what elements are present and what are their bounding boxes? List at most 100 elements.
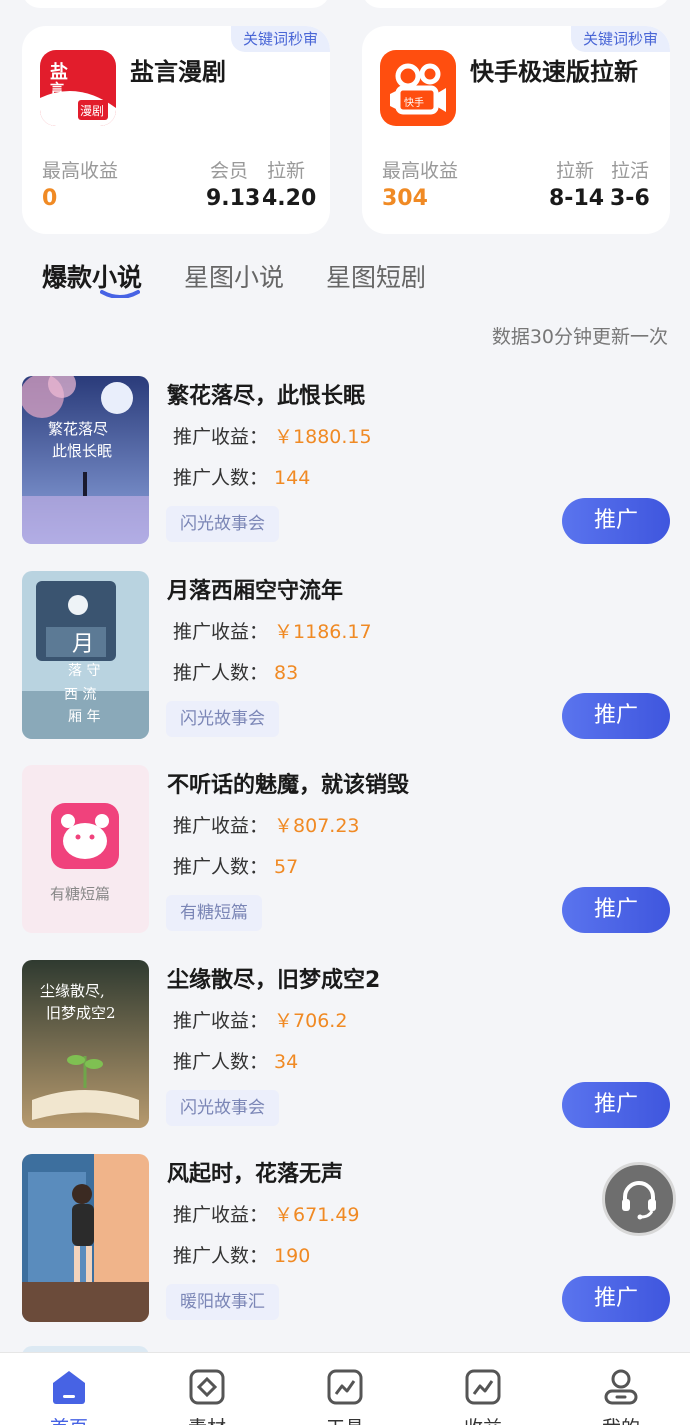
- book-item[interactable]: 有糖短篇 不听话的魅魔，就该销毁 推广收益： ￥807.23 推广人数： 57 有糖…: [22, 765, 670, 935]
- svg-text:旧梦成空2: 旧梦成空2: [46, 1004, 116, 1022]
- tab-earnings[interactable]: 收益: [414, 1353, 552, 1425]
- people-label: 推广人数：: [173, 1245, 269, 1267]
- tab-label: 我的: [552, 1413, 690, 1425]
- people-row: 推广人数： 34: [173, 1047, 298, 1074]
- tab-profile[interactable]: 我的: [552, 1353, 690, 1425]
- svg-text:有糖短篇: 有糖短篇: [50, 885, 110, 903]
- stat-value: 8-14: [549, 186, 605, 211]
- income-row: 推广收益： ￥706.2: [173, 1006, 347, 1033]
- income-value: ￥706.2: [274, 1009, 348, 1032]
- tab-home[interactable]: 首页: [0, 1353, 138, 1425]
- people-row: 推广人数： 144: [173, 463, 310, 490]
- svg-text:此恨长眠: 此恨长眠: [52, 442, 112, 460]
- yanyan-manju-app-icon: 盐 言 漫剧: [40, 50, 116, 126]
- svg-text:月: 月: [72, 632, 94, 657]
- people-label: 推广人数：: [173, 856, 269, 878]
- svg-text:落 守: 落 守: [68, 663, 100, 679]
- stat-label: 拉新: [267, 160, 306, 182]
- income-value: ￥1880.15: [274, 426, 372, 448]
- tab-label: 素材: [138, 1413, 276, 1425]
- people-value: 190: [274, 1245, 311, 1267]
- update-note: 数据30分钟更新一次: [491, 326, 668, 348]
- book-title: 尘缘散尽，旧梦成空2: [167, 967, 381, 993]
- svg-text:厢 年: 厢 年: [68, 709, 100, 725]
- svg-text:尘缘散尽,: 尘缘散尽,: [40, 982, 105, 1000]
- user-icon: [604, 1369, 638, 1405]
- book-title: 繁花落尽，此恨长眠: [167, 384, 366, 409]
- income-value: ￥807.23: [274, 815, 360, 837]
- bottom-tab-bar: 首页 素材 工具 收益 我的: [0, 1352, 690, 1425]
- people-label: 推广人数：: [173, 467, 269, 489]
- income-row: 推广收益： ￥1880.15: [173, 422, 372, 449]
- income-row: 推广收益： ￥671.49: [173, 1200, 360, 1227]
- book-cover: 繁花落尽此恨长眠: [22, 376, 149, 544]
- income-row: 推广收益： ￥1186.17: [173, 617, 372, 644]
- promote-button[interactable]: 推广: [562, 1081, 670, 1128]
- app-name: 快手极速版拉新: [470, 58, 638, 86]
- stat-value: 3-6: [610, 186, 650, 211]
- tab-label: 收益: [414, 1413, 552, 1425]
- income-value: ￥671.49: [274, 1204, 360, 1226]
- chart-icon: [327, 1369, 363, 1405]
- income-row: 推广收益： ￥807.23: [173, 811, 360, 838]
- book-item[interactable]: 尘缘散尽, 旧梦成空2 尘缘散尽，旧梦成空2 推广收益： ￥706.2 推广人数： 3…: [22, 959, 670, 1130]
- home-icon: [53, 1371, 85, 1404]
- book-item[interactable]: 月落 守西 流厢 年 月落西厢空守流年 推广收益： ￥1186.17 推广人数： 8…: [22, 570, 670, 741]
- income-label: 推广收益：: [173, 1204, 269, 1226]
- previous-card-bottom: [362, 0, 670, 8]
- app-name: 盐言漫剧: [130, 58, 226, 86]
- svg-text:言: 言: [50, 81, 64, 98]
- stat-label: 最高收益: [382, 160, 459, 182]
- headset-icon: [622, 1181, 656, 1220]
- source-tag: 有糖短篇: [166, 895, 262, 931]
- material-icon: [189, 1369, 225, 1405]
- people-label: 推广人数：: [173, 1050, 269, 1073]
- stat-value: 0: [42, 186, 58, 211]
- book-cover: [22, 1154, 149, 1322]
- people-value: 83: [274, 661, 299, 684]
- tab-label: 首页: [0, 1413, 138, 1425]
- book-cover: 月落 守西 流厢 年: [22, 570, 149, 739]
- app-card-yanyan[interactable]: 关键词秒审 盐 言 漫剧 盐言漫剧 最高收益 会员 拉新 0 9.13 4.20: [22, 26, 330, 234]
- book-item[interactable]: 风起时，花落无声 推广收益： ￥671.49 推广人数： 190 暖阳故事汇 推广: [22, 1154, 670, 1324]
- book-title: 风起时，花落无声: [167, 1162, 344, 1187]
- people-value: 34: [274, 1050, 299, 1073]
- svg-text:西 流: 西 流: [64, 687, 96, 703]
- kuaishou-lite-app-icon: 快手: [380, 50, 456, 126]
- promote-button[interactable]: 推广: [562, 498, 670, 544]
- source-tag: 闪光故事会: [166, 1089, 279, 1126]
- tab-tools[interactable]: 工具: [276, 1353, 414, 1425]
- stat-value: 304: [382, 186, 428, 211]
- tab-xingtu-novels[interactable]: 星图小说: [184, 258, 284, 294]
- book-cover: 有糖短篇: [22, 765, 149, 933]
- tab-xingtu-dramas[interactable]: 星图短剧: [326, 258, 426, 294]
- stat-value: 9.13: [206, 186, 261, 211]
- tab-label: 工具: [276, 1413, 414, 1425]
- book-title: 月落西厢空守流年: [167, 578, 344, 604]
- book-item[interactable]: 繁花落尽此恨长眠 繁花落尽，此恨长眠 推广收益： ￥1880.15 推广人数： 14…: [22, 376, 670, 546]
- chart-icon: [465, 1369, 501, 1405]
- app-card-kuaishou[interactable]: 关键词秒审 快手 快手极速版拉新 最高收益 拉新 拉活 304 8-14 3-6: [362, 26, 670, 234]
- promote-button[interactable]: 推广: [562, 887, 670, 933]
- svg-text:快手: 快手: [404, 96, 424, 109]
- keyword-badge: 关键词秒审: [230, 26, 330, 52]
- people-row: 推广人数： 83: [173, 658, 298, 685]
- stat-label: 最高收益: [42, 160, 119, 182]
- stat-label: 拉活: [611, 160, 650, 182]
- source-tag: 闪光故事会: [166, 506, 279, 542]
- previous-card-bottom: [22, 0, 330, 8]
- people-value: 57: [274, 856, 299, 878]
- source-tag: 闪光故事会: [166, 700, 279, 737]
- people-label: 推广人数：: [173, 661, 269, 684]
- people-value: 144: [274, 467, 311, 489]
- promote-button[interactable]: 推广: [562, 692, 670, 739]
- income-value: ￥1186.17: [274, 620, 372, 643]
- book-title: 不听话的魅魔，就该销毁: [167, 773, 410, 798]
- customer-service-button[interactable]: [602, 1162, 676, 1236]
- keyword-badge: 关键词秒审: [570, 26, 670, 52]
- stat-label: 会员: [210, 160, 249, 182]
- cover-title: 繁花落尽: [48, 420, 108, 438]
- income-label: 推广收益：: [173, 1009, 269, 1032]
- tab-material[interactable]: 素材: [138, 1353, 276, 1425]
- promote-button[interactable]: 推广: [562, 1276, 670, 1322]
